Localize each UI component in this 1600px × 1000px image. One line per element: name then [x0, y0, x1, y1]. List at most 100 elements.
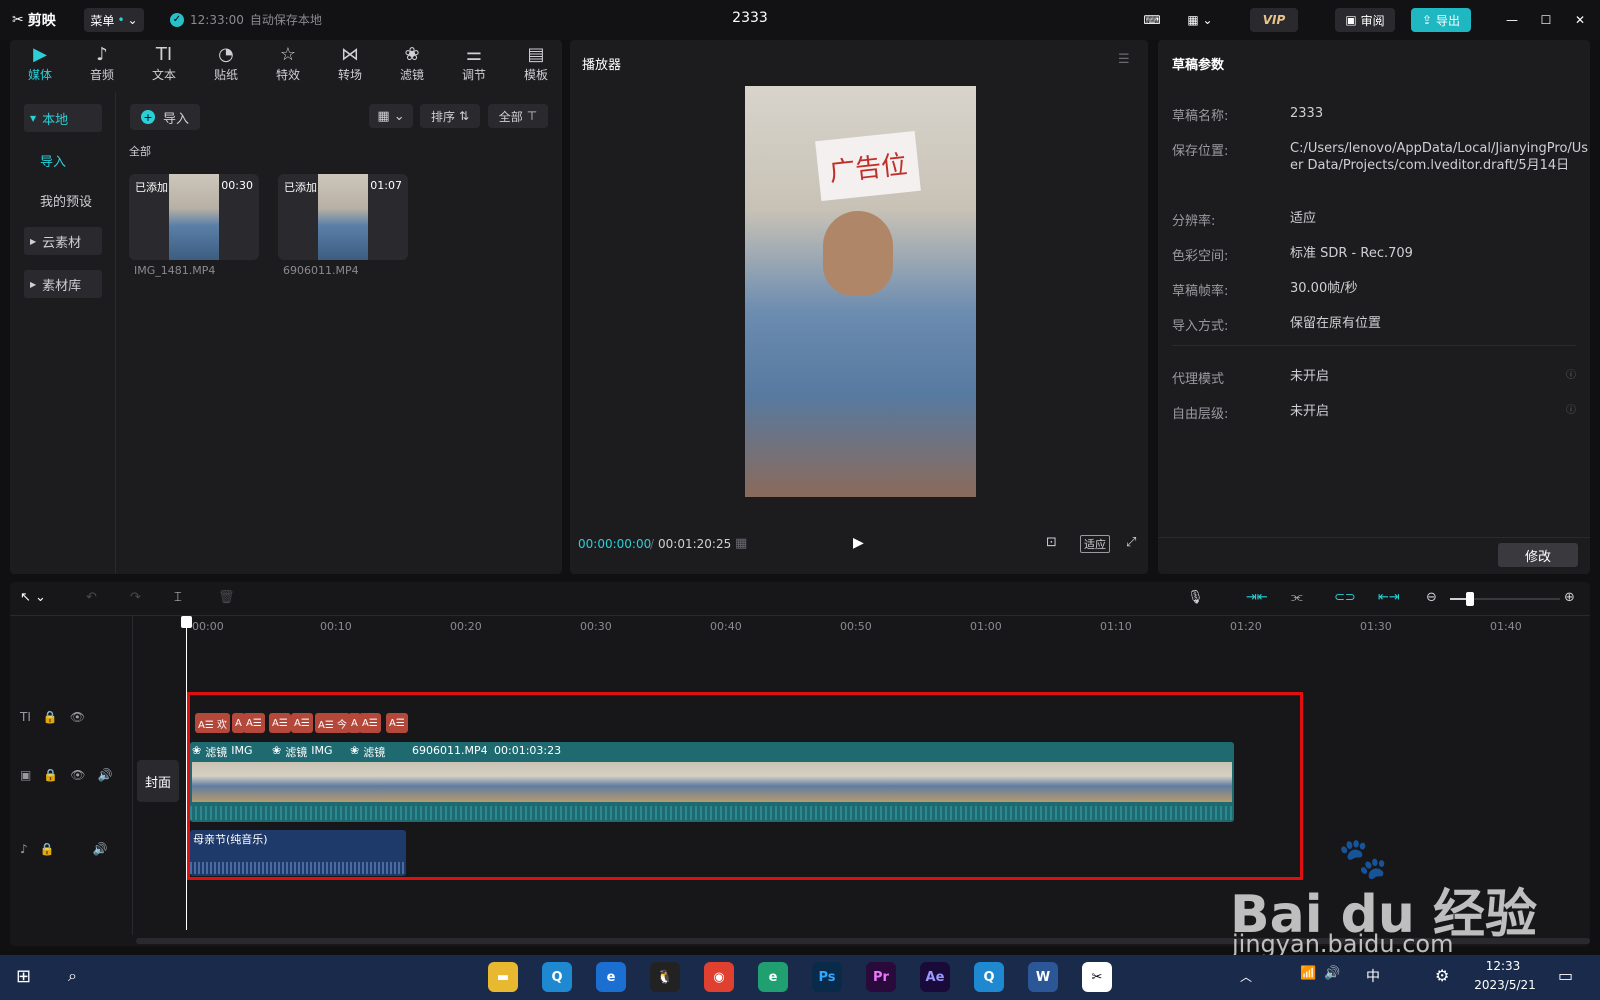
media-thumbnail[interactable]: 已添加 01:07: [278, 174, 408, 260]
photoshop-icon[interactable]: Ps: [812, 962, 842, 992]
lock-icon[interactable]: 🔒: [43, 768, 58, 782]
qq-icon[interactable]: 🐧: [650, 962, 680, 992]
menu-label: 菜单: [90, 13, 115, 28]
draft-title: 草稿参数: [1172, 58, 1225, 73]
fullscreen-icon[interactable]: ⤢: [1126, 535, 1136, 550]
layout-icon[interactable]: ▦ ⌄: [1180, 8, 1220, 32]
magnet-main-icon[interactable]: ⇥⇤: [1246, 590, 1268, 605]
select-tool-icon[interactable]: ↖ ⌄: [20, 590, 46, 605]
lock-icon[interactable]: 🔒: [43, 710, 58, 724]
tab-adjust[interactable]: ⚌ 调节: [446, 42, 502, 83]
word-icon[interactable]: W: [1028, 962, 1058, 992]
filter-label: 全部: [498, 109, 523, 124]
microphone-icon[interactable]: 🎙: [1187, 590, 1204, 605]
review-button[interactable]: ▣ 审阅: [1335, 8, 1395, 32]
eye-icon[interactable]: 👁: [70, 768, 85, 782]
prop-label: 分辨率:: [1172, 214, 1216, 229]
browser-q-icon[interactable]: Q: [542, 962, 572, 992]
chrome-icon[interactable]: ◉: [704, 962, 734, 992]
tab-effect[interactable]: ☆ 特效: [260, 42, 316, 83]
lock-icon[interactable]: 🔒: [40, 842, 55, 856]
windows-start-icon[interactable]: ⊞: [16, 966, 31, 987]
tab-label: 特效: [275, 68, 300, 82]
modify-button[interactable]: 修改: [1498, 543, 1578, 567]
timeline-grid-icon[interactable]: ▦: [735, 536, 747, 551]
edge-icon[interactable]: e: [758, 962, 788, 992]
speaker-icon[interactable]: 🔊: [1324, 966, 1340, 981]
playhead-handle[interactable]: [181, 616, 192, 628]
sign-text: 广告位: [827, 149, 909, 188]
filter-button[interactable]: 全部 ⊤: [488, 104, 548, 128]
prop-value: 2333: [1290, 106, 1324, 121]
export-button[interactable]: ⇪ 导出: [1411, 8, 1471, 32]
tray-chevron-icon[interactable]: ︿: [1240, 968, 1252, 985]
vip-button[interactable]: VIP: [1250, 8, 1298, 32]
menu-button[interactable]: 菜单 • ⌄: [84, 8, 144, 32]
volume-icon[interactable]: 🔊: [93, 842, 108, 856]
preview-axis-icon[interactable]: ⇤⇥: [1378, 590, 1400, 605]
capcut-taskbar-icon[interactable]: ✂: [1082, 962, 1112, 992]
notification-icon[interactable]: ▭: [1558, 966, 1573, 985]
filter-icon: ❀: [404, 43, 420, 65]
tab-media[interactable]: ▶ 媒体: [12, 42, 68, 83]
maximize-icon[interactable]: ☐: [1536, 8, 1556, 32]
browser-q2-icon[interactable]: Q: [974, 962, 1004, 992]
sidebar-item-cloud[interactable]: ▶ 云素材: [24, 227, 102, 255]
settings-gear-icon[interactable]: ⚙: [1435, 966, 1449, 985]
time-separator: /: [650, 537, 655, 551]
split-icon[interactable]: ⌶: [174, 590, 182, 605]
ime-indicator[interactable]: 中: [1366, 966, 1380, 986]
sort-button[interactable]: 排序 ⇅: [420, 104, 480, 128]
media-filename: 6906011.MP4: [283, 264, 359, 277]
ruler-tick: 01:30: [1360, 620, 1392, 633]
close-icon[interactable]: ✕: [1570, 8, 1590, 32]
search-icon[interactable]: ⌕: [68, 966, 77, 986]
prop-value: 适应: [1290, 211, 1317, 226]
media-thumbnail[interactable]: 已添加 00:30: [129, 174, 259, 260]
delete-icon[interactable]: 🗑: [218, 590, 235, 605]
eye-icon[interactable]: 👁: [70, 710, 85, 724]
sort-icon: ⇅: [458, 109, 470, 123]
sidebar-item-import[interactable]: 导入: [24, 146, 102, 174]
zoom-slider-handle[interactable]: [1466, 592, 1474, 606]
tab-sticker[interactable]: ◔ 贴纸: [198, 42, 254, 83]
text-track-icon: TI: [20, 710, 31, 724]
import-button[interactable]: + 导入: [130, 104, 200, 130]
auto-snap-icon[interactable]: ⫘: [1291, 590, 1303, 605]
zoom-out-icon[interactable]: ⊖: [1426, 590, 1437, 605]
keyboard-icon[interactable]: ⌨: [1140, 8, 1164, 32]
minimize-icon[interactable]: —: [1502, 8, 1522, 32]
ie-icon[interactable]: e: [596, 962, 626, 992]
hamburger-menu-icon[interactable]: ☰: [1118, 52, 1130, 67]
network-icon[interactable]: 📶: [1300, 966, 1316, 981]
tab-template[interactable]: ▤ 模板: [508, 42, 564, 83]
after-effects-icon[interactable]: Ae: [920, 962, 950, 992]
prop-label: 自由层级:: [1172, 407, 1229, 422]
sidebar-item-library[interactable]: ▶ 素材库: [24, 270, 102, 298]
volume-icon[interactable]: 🔊: [98, 768, 113, 782]
video-preview[interactable]: 广告位: [745, 86, 976, 497]
tab-label: 滤镜: [399, 68, 424, 82]
redo-icon[interactable]: ↷: [130, 590, 141, 605]
premiere-icon[interactable]: Pr: [866, 962, 896, 992]
text-track-header: TI 🔒 👁: [10, 710, 130, 724]
zoom-in-icon[interactable]: ⊕: [1564, 590, 1575, 605]
screenshot-icon[interactable]: ⊡: [1046, 535, 1057, 550]
tab-text[interactable]: TI 文本: [136, 42, 192, 83]
import-label: 导入: [162, 111, 189, 127]
view-toggle-button[interactable]: ▦ ⌄: [369, 104, 413, 128]
sidebar-item-presets[interactable]: 我的预设: [24, 186, 102, 214]
fit-ratio-button[interactable]: 适应: [1080, 535, 1110, 553]
file-explorer-icon[interactable]: ▬: [488, 962, 518, 992]
tab-audio[interactable]: ♪ 音频: [74, 42, 130, 83]
help-icon[interactable]: ⓘ: [1566, 401, 1576, 416]
sidebar-item-local[interactable]: ▼ 本地: [24, 104, 102, 132]
ruler-tick: 00:10: [320, 620, 352, 633]
tab-transition[interactable]: ⋈ 转场: [322, 42, 378, 83]
tab-filter[interactable]: ❀ 滤镜: [384, 42, 440, 83]
help-icon[interactable]: ⓘ: [1566, 366, 1576, 381]
cover-button[interactable]: 封面: [137, 760, 179, 802]
play-icon[interactable]: ▶: [853, 535, 864, 551]
undo-icon[interactable]: ↶: [86, 590, 97, 605]
link-icon[interactable]: ⊂⊃: [1334, 590, 1356, 605]
